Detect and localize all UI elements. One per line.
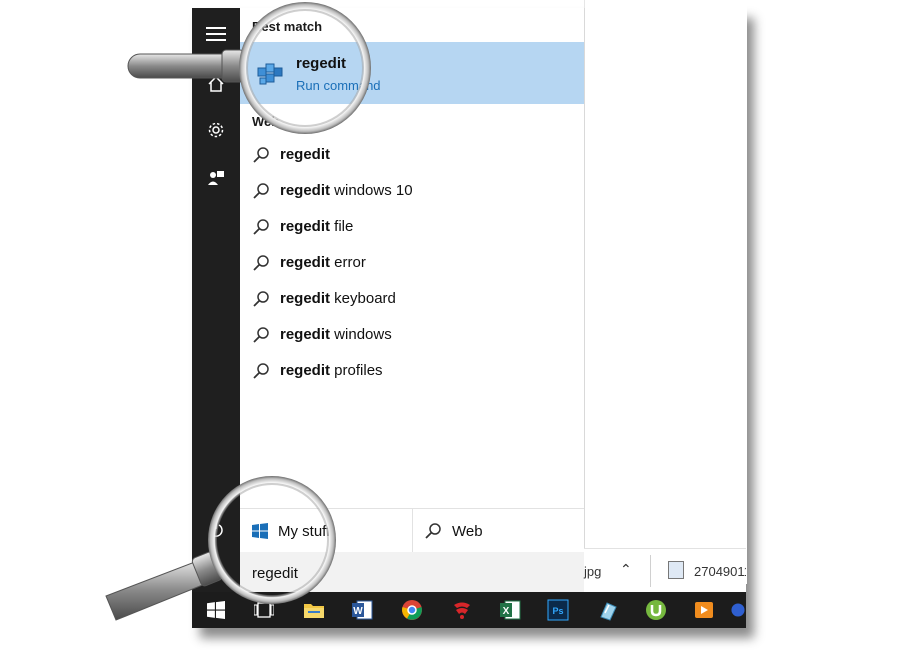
svg-text:W: W [353, 606, 363, 617]
best-match-title: regedit [296, 55, 347, 72]
file-extension: jpg [584, 564, 602, 579]
web-scope-button[interactable]: Web [424, 509, 483, 553]
excel-icon[interactable]: X [496, 596, 524, 624]
start-menu-rail [192, 8, 240, 592]
web-result-text: regedit windows 10 [280, 182, 413, 199]
web-result-item[interactable]: regedit windows 10 [240, 174, 584, 208]
search-icon [253, 219, 269, 235]
web-result-item[interactable]: regedit file [240, 210, 584, 244]
web-result-rest: file [330, 218, 354, 235]
search-icon [253, 363, 269, 379]
search-icon [253, 147, 269, 163]
web-result-text: regedit profiles [280, 362, 383, 379]
web-result-item[interactable]: regedit profiles [240, 354, 584, 388]
windows-logo-icon [252, 523, 268, 539]
image-file-icon [668, 561, 684, 579]
web-result-item[interactable]: regedit [240, 138, 584, 172]
file-name[interactable]: 27049011 [694, 564, 746, 579]
web-result-text: regedit error [280, 254, 366, 271]
web-result-text: regedit [280, 146, 330, 163]
scope-divider [412, 509, 413, 553]
web-result-rest: windows 10 [330, 182, 413, 199]
web-result-rest: profiles [330, 362, 383, 379]
web-result-rest: error [330, 254, 366, 271]
word-icon[interactable]: W [348, 596, 376, 624]
search-box[interactable] [240, 552, 584, 592]
task-view-icon[interactable] [250, 596, 278, 624]
web-scope-label: Web [452, 522, 483, 540]
my-stuff-button[interactable]: My stuff [252, 509, 330, 553]
garena-icon[interactable] [448, 596, 476, 624]
feedback-icon[interactable] [192, 158, 240, 198]
web-result-bold: regedit [280, 146, 331, 163]
hamburger-menu-icon[interactable] [192, 14, 240, 54]
search-scope-bar: My stuff Web [240, 508, 584, 553]
web-result-rest: keyboard [330, 290, 396, 307]
gear-icon[interactable] [192, 110, 240, 150]
app-icon[interactable] [730, 596, 746, 624]
windows-start-icon[interactable] [202, 596, 230, 624]
web-result-bold: regedit [280, 326, 331, 343]
svg-text:Ps: Ps [552, 606, 563, 616]
web-result-bold: regedit [280, 254, 331, 271]
taskbar: W X Ps [192, 592, 746, 628]
file-explorer-icon[interactable] [300, 596, 328, 624]
search-icon [253, 183, 269, 199]
best-match-heading: Best match [252, 19, 323, 34]
my-stuff-label: My stuff [278, 522, 331, 540]
web-result-text: regedit keyboard [280, 290, 396, 307]
power-icon[interactable] [192, 510, 240, 550]
web-result-text: regedit file [280, 218, 353, 235]
search-icon [253, 255, 269, 271]
web-result-bold: regedit [280, 218, 331, 235]
search-icon [425, 523, 441, 539]
home-icon[interactable] [192, 64, 240, 104]
photoshop-icon[interactable]: Ps [544, 596, 572, 624]
web-result-rest: windows [330, 326, 392, 343]
chrome-icon[interactable] [398, 596, 426, 624]
web-result-text: regedit windows [280, 326, 392, 343]
desktop-window [584, 0, 747, 584]
search-icon [253, 327, 269, 343]
paint-icon[interactable] [594, 596, 622, 624]
web-result-item[interactable]: regedit error [240, 246, 584, 280]
web-result-bold: regedit [280, 182, 331, 199]
web-result-item[interactable]: regedit windows [240, 318, 584, 352]
web-result-bold: regedit [280, 290, 331, 307]
download-bar: jpg ⌃ 27049011 [584, 548, 746, 593]
web-result-bold: regedit [280, 362, 331, 379]
best-match-result[interactable]: regedit Run command [240, 42, 584, 104]
best-match-subtitle: Run command [296, 78, 381, 93]
utorrent-icon[interactable] [642, 596, 670, 624]
download-separator [650, 555, 651, 587]
web-heading: Web [252, 114, 280, 129]
web-result-item[interactable]: regedit keyboard [240, 282, 584, 316]
chevron-up-icon[interactable]: ⌃ [620, 561, 632, 578]
media-player-icon[interactable] [690, 596, 718, 624]
search-results-panel: Best match regedit Run command Web reged… [240, 8, 585, 592]
search-icon [253, 291, 269, 307]
search-input[interactable] [250, 560, 574, 586]
svg-text:X: X [503, 606, 510, 617]
registry-editor-icon [257, 63, 283, 85]
